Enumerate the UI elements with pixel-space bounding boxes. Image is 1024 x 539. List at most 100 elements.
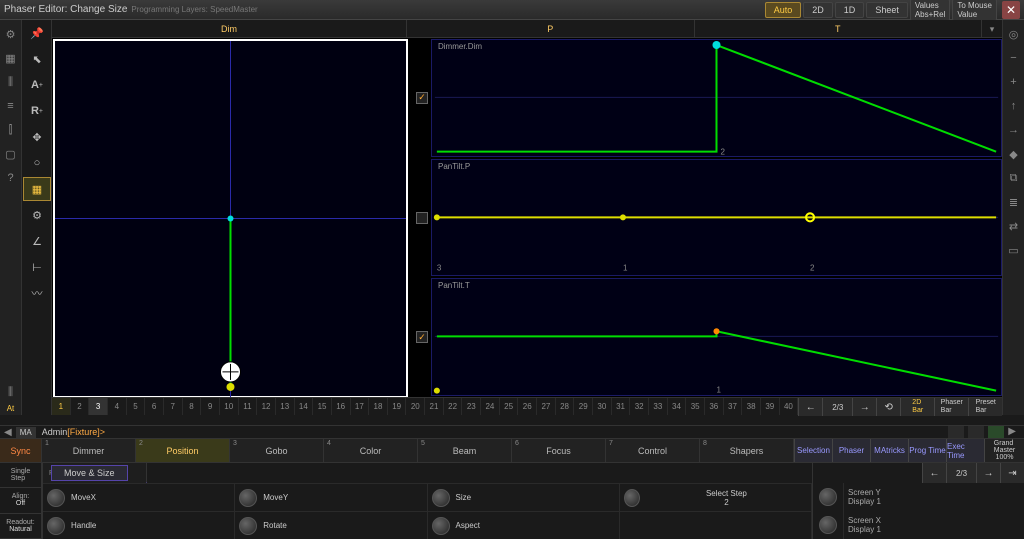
enc-next-button[interactable]: →	[976, 463, 1000, 483]
view-2d-button[interactable]: 2D	[803, 2, 833, 18]
view-1d-button[interactable]: 1D	[835, 2, 865, 18]
remove-point-icon[interactable]: R+	[23, 99, 51, 123]
pointer-icon[interactable]: ⬉	[23, 47, 51, 71]
grid-snap-icon[interactable]: ▦	[23, 177, 51, 201]
close-button[interactable]: ✕	[1002, 1, 1020, 19]
knob-icon[interactable]	[432, 489, 450, 507]
encoder-aspect[interactable]: Aspect	[428, 511, 620, 539]
knob-icon[interactable]	[47, 489, 65, 507]
step-23[interactable]: 23	[462, 398, 481, 415]
auto-button[interactable]: Auto	[765, 2, 802, 18]
step-17[interactable]: 17	[351, 398, 370, 415]
checkbox-pantilt-t[interactable]: ✓	[416, 331, 428, 343]
tune-icon[interactable]: ⫼	[2, 383, 20, 401]
step-5[interactable]: 5	[127, 398, 146, 415]
attr-control[interactable]: 7Control	[606, 439, 700, 462]
timeline-link-icon[interactable]: ⟲	[876, 398, 900, 416]
minus-icon[interactable]: −	[1005, 49, 1023, 67]
to-mouse-toggle[interactable]: To MouseValue	[952, 0, 997, 21]
encoder-select-step[interactable]: Select Step2	[620, 483, 812, 511]
move-icon[interactable]: ✥	[23, 125, 51, 149]
attr-focus[interactable]: 6Focus	[512, 439, 606, 462]
collapse-icon[interactable]: ◀	[4, 427, 12, 438]
point-bottom[interactable]	[226, 383, 234, 391]
graph-dimmer-dim[interactable]: ✓ Dimmer.Dim 2	[431, 39, 1002, 157]
attr-shapers[interactable]: 8Shapers	[700, 439, 794, 462]
checkbox-dimmer[interactable]: ✓	[416, 92, 428, 104]
step-37[interactable]: 37	[724, 398, 743, 415]
step-14[interactable]: 14	[295, 398, 314, 415]
filter-icon[interactable]: ▾	[982, 20, 1002, 37]
tab-p[interactable]: P	[407, 20, 695, 37]
enc-page[interactable]: 2/3	[946, 463, 976, 483]
layers-icon[interactable]: ▭	[1005, 241, 1023, 259]
gear-icon[interactable]: ⚙	[2, 25, 20, 43]
knob-icon[interactable]	[239, 517, 257, 535]
diamond-icon[interactable]: ◆	[1005, 145, 1023, 163]
step-1[interactable]: 1	[52, 398, 71, 415]
cmd-icon-2[interactable]	[968, 426, 984, 438]
arrow-up-icon[interactable]: ↑	[1005, 97, 1023, 115]
timeline-page[interactable]: 2/3	[822, 398, 852, 416]
step-16[interactable]: 16	[332, 398, 351, 415]
graph-pantilt-t[interactable]: ✓ PanTilt.T 1	[431, 278, 1002, 396]
step-35[interactable]: 35	[686, 398, 705, 415]
attr-position[interactable]: 2Position	[136, 439, 230, 462]
knob-icon[interactable]	[239, 489, 257, 507]
step-29[interactable]: 29	[574, 398, 593, 415]
encoder-size[interactable]: Size	[428, 483, 620, 511]
step-36[interactable]: 36	[705, 398, 724, 415]
encoder-rotate[interactable]: Rotate	[235, 511, 427, 539]
step-21[interactable]: 21	[425, 398, 444, 415]
sync-button[interactable]: Sync	[0, 439, 42, 462]
step-12[interactable]: 12	[257, 398, 276, 415]
attr-gobo[interactable]: 3Gobo	[230, 439, 324, 462]
step-30[interactable]: 30	[593, 398, 612, 415]
sliders-icon[interactable]: ⫼	[2, 73, 20, 91]
step-7[interactable]: 7	[164, 398, 183, 415]
step-3[interactable]: 3	[89, 398, 108, 415]
step-8[interactable]: 8	[183, 398, 202, 415]
encoder-movey[interactable]: MoveY	[235, 483, 427, 511]
knob-icon[interactable]	[624, 489, 640, 507]
screen-knob-x[interactable]	[813, 511, 843, 539]
encoder-handle[interactable]: Handle	[43, 511, 235, 539]
attr-beam[interactable]: 5Beam	[418, 439, 512, 462]
target-icon[interactable]: ◎	[1005, 25, 1023, 43]
adjust-icon[interactable]: ⫿	[2, 121, 20, 139]
tab-t[interactable]: T	[695, 20, 983, 37]
layout-icon[interactable]: ▦	[2, 49, 20, 67]
monitor-icon[interactable]: ▢	[2, 145, 20, 163]
step-27[interactable]: 27	[537, 398, 556, 415]
bar-2d-button[interactable]: 2D Bar	[900, 398, 934, 416]
bar-preset-button[interactable]: Preset Bar	[968, 398, 1002, 416]
step-40[interactable]: 40	[780, 398, 799, 415]
move-size-tab[interactable]: Move & Size	[51, 465, 128, 481]
step-13[interactable]: 13	[276, 398, 295, 415]
side-matricks[interactable]: MAtricks	[870, 439, 908, 462]
step-38[interactable]: 38	[742, 398, 761, 415]
step-25[interactable]: 25	[500, 398, 519, 415]
step-26[interactable]: 26	[518, 398, 537, 415]
step-4[interactable]: 4	[108, 398, 127, 415]
attr-dimmer[interactable]: 1Dimmer	[42, 439, 136, 462]
timeline-next-button[interactable]: →	[852, 398, 876, 416]
step-22[interactable]: 22	[444, 398, 463, 415]
step-33[interactable]: 33	[649, 398, 668, 415]
align-button[interactable]: Align:Off	[0, 488, 41, 513]
knob-icon[interactable]	[432, 517, 450, 535]
bar-phaser-button[interactable]: Phaser Bar	[934, 398, 968, 416]
point-center[interactable]	[227, 215, 233, 221]
add-point-icon[interactable]: A+	[23, 73, 51, 97]
copy-icon[interactable]: ⧉	[1005, 169, 1023, 187]
step-9[interactable]: 9	[201, 398, 220, 415]
list-icon[interactable]: ≣	[1005, 193, 1023, 211]
attr-color[interactable]: 4Color	[324, 439, 418, 462]
ma-badge[interactable]: MA	[16, 427, 36, 438]
step-39[interactable]: 39	[761, 398, 780, 415]
step-19[interactable]: 19	[388, 398, 407, 415]
peak-marker[interactable]	[712, 41, 720, 49]
wave-icon[interactable]: 〰	[23, 281, 51, 305]
arrow-right-icon[interactable]: →	[1005, 121, 1023, 139]
side-selection[interactable]: Selection	[794, 439, 832, 462]
